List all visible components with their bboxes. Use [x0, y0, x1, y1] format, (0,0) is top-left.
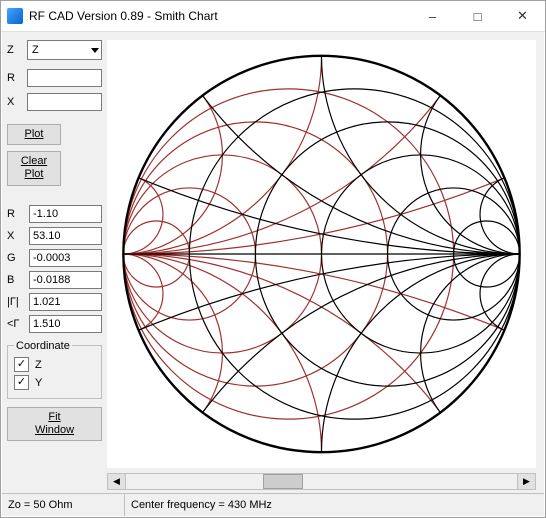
z-checkbox[interactable]	[14, 357, 29, 372]
fit-window-button[interactable]: Fit Window	[7, 407, 102, 441]
mode-label: Z	[7, 44, 27, 56]
title-bar[interactable]: RF CAD Version 0.89 - Smith Chart – □ ✕	[1, 1, 545, 32]
client-area: Z Z R X Plot Clear Plot	[2, 32, 544, 516]
smith-chart-svg	[107, 40, 536, 468]
window-controls: – □ ✕	[410, 2, 545, 31]
scroll-thumb[interactable]	[263, 474, 303, 489]
app-icon	[7, 8, 23, 24]
readout-r-value: -1.10	[29, 205, 102, 223]
close-button[interactable]: ✕	[500, 2, 545, 31]
readout-gamma-ang-label: <Γ	[7, 318, 29, 330]
smith-chart[interactable]	[107, 40, 536, 468]
status-center-freq: Center frequency = 430 MHz	[125, 494, 544, 516]
y-checkbox-row[interactable]: Y	[14, 374, 95, 392]
readout-g-label: G	[7, 252, 29, 264]
readout-g-value: -0.0003	[29, 249, 102, 267]
window-title: RF CAD Version 0.89 - Smith Chart	[29, 9, 410, 23]
chevron-down-icon	[91, 48, 99, 53]
status-zo: Zo = 50 Ohm	[2, 494, 125, 516]
y-checkbox[interactable]	[14, 375, 29, 390]
status-bar: Zo = 50 Ohm Center frequency = 430 MHz	[2, 493, 544, 516]
controls-panel: Z Z R X Plot Clear Plot	[7, 40, 102, 441]
minimize-button[interactable]: –	[410, 2, 455, 31]
scroll-track[interactable]	[126, 474, 517, 489]
readout-gamma-mag-label: |Γ|	[7, 296, 29, 308]
mode-select[interactable]: Z	[27, 40, 102, 60]
readout-b-label: B	[7, 274, 29, 286]
readout-gamma-ang-value: 1.510	[29, 315, 102, 333]
plot-button[interactable]: Plot	[7, 124, 61, 145]
maximize-button[interactable]: □	[455, 2, 500, 31]
readout-x-label: X	[7, 230, 29, 242]
r-input[interactable]	[27, 69, 102, 87]
readout-x-value: 53.10	[29, 227, 102, 245]
readout-r-label: R	[7, 208, 29, 220]
coordinate-group: Coordinate Z Y	[7, 340, 102, 399]
coordinate-legend: Coordinate	[14, 340, 72, 352]
x-input-label: X	[7, 96, 27, 108]
horizontal-scrollbar[interactable]: ◀ ▶	[107, 473, 536, 490]
y-checkbox-label: Y	[35, 377, 42, 389]
scroll-right-arrow[interactable]: ▶	[517, 474, 535, 489]
x-input[interactable]	[27, 93, 102, 111]
r-input-label: R	[7, 72, 27, 84]
clear-plot-button[interactable]: Clear Plot	[7, 151, 61, 185]
z-checkbox-row[interactable]: Z	[14, 356, 95, 374]
readout-gamma-mag-value: 1.021	[29, 293, 102, 311]
scroll-left-arrow[interactable]: ◀	[108, 474, 126, 489]
mode-select-value: Z	[32, 44, 39, 56]
z-checkbox-label: Z	[35, 359, 42, 371]
app-window: RF CAD Version 0.89 - Smith Chart – □ ✕ …	[0, 0, 546, 518]
readout-b-value: -0.0188	[29, 271, 102, 289]
